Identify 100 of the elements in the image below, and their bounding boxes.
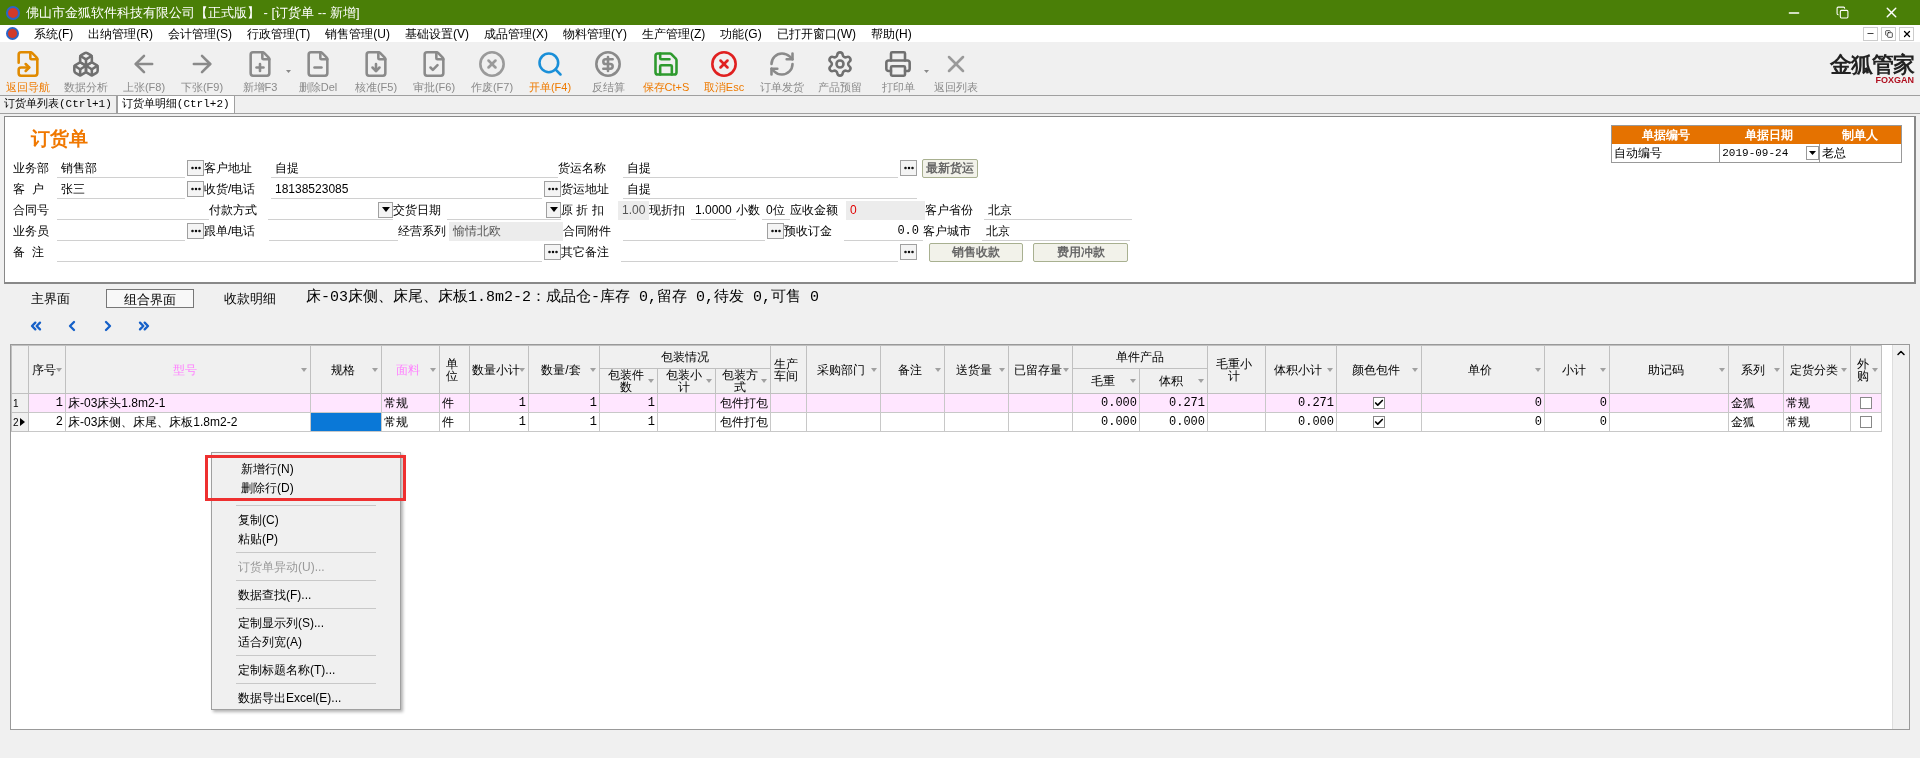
table-header: 单据编号 (1640, 127, 1691, 144)
column-header[interactable]: 毛重小计 (1207, 345, 1266, 394)
menu-item[interactable]: 粘贴(P) (212, 529, 400, 548)
menu-item[interactable]: 出纳管理(R) (88, 24, 153, 43)
filter-arrow-icon[interactable] (590, 367, 596, 372)
column-header[interactable]: 体积小计 (1265, 345, 1337, 394)
vertical-scrollbar[interactable] (1892, 345, 1909, 729)
filter-arrow-icon[interactable] (1600, 367, 1606, 372)
filter-arrow-icon[interactable] (1841, 367, 1847, 372)
column-header[interactable]: 送货量 (944, 345, 1009, 394)
menu-item[interactable]: 复制(C) (212, 510, 400, 529)
column-header[interactable]: 系列 (1728, 345, 1784, 394)
menu-item[interactable]: 适合列宽(A) (212, 632, 400, 651)
column-header[interactable]: 序号 (28, 345, 66, 394)
column-header[interactable]: 单价 (1421, 345, 1545, 394)
menu-item[interactable]: 成品管理(X) (484, 24, 548, 43)
filter-arrow-icon[interactable] (935, 367, 941, 372)
filter-arrow-icon[interactable] (1872, 367, 1878, 372)
menu-item[interactable]: 帮助(H) (871, 24, 912, 43)
column-header[interactable]: 小计 (1544, 345, 1610, 394)
dropdown-field[interactable] (447, 200, 561, 220)
dropdown-field[interactable] (268, 200, 393, 220)
first-record-icon[interactable] (28, 318, 44, 334)
menu-item[interactable]: 系统(F) (34, 24, 74, 43)
lookup-button[interactable] (187, 181, 204, 197)
filter-arrow-icon[interactable] (372, 367, 378, 372)
view-tab[interactable]: 主界面 (6, 288, 94, 308)
menu-item[interactable]: 生产管理(Z) (642, 24, 706, 43)
menu-item[interactable]: 数据查找(F)... (212, 585, 400, 604)
date-field[interactable]: 2019-09-24 (1719, 144, 1819, 162)
lookup-button[interactable] (544, 181, 561, 197)
action-button[interactable]: 最新货运 (922, 158, 978, 178)
menu-item[interactable]: 删除行(D) (215, 478, 403, 497)
caret-icon[interactable] (286, 69, 291, 73)
checkbox[interactable] (1860, 416, 1872, 428)
lookup-button[interactable] (900, 160, 917, 176)
filter-arrow-icon[interactable] (706, 379, 712, 383)
filter-arrow-icon[interactable] (761, 379, 767, 383)
menu-item[interactable]: 会计管理(S) (168, 24, 232, 43)
menu-item[interactable]: 定制显示列(S)... (212, 613, 400, 632)
checkbox[interactable] (1373, 416, 1385, 428)
filter-arrow-icon[interactable] (56, 367, 62, 372)
menu-item[interactable]: 新增行(N) (215, 459, 403, 478)
column-header[interactable]: 外购 (1850, 345, 1882, 394)
lookup-button[interactable] (187, 223, 204, 239)
column-header[interactable]: 助记码 (1609, 345, 1729, 394)
caret-icon[interactable] (924, 69, 929, 73)
column-header[interactable]: 生产车间 (770, 345, 807, 394)
column-header[interactable]: 数量小计 (469, 345, 529, 394)
document-tab[interactable]: 订货单明细(Ctrl+2) (116, 96, 235, 113)
column-header[interactable]: 已留存量 (1008, 345, 1073, 394)
menu-item[interactable]: 已打开窗口(W) (776, 24, 856, 43)
action-button[interactable]: 销售收款 (929, 242, 1023, 262)
menu-item[interactable]: 行政管理(T) (247, 24, 311, 43)
column-header[interactable]: 备注 (880, 345, 945, 394)
minimize-icon[interactable] (1863, 26, 1878, 41)
menu-item[interactable]: 数据导出Excel(E)... (212, 688, 400, 707)
filter-arrow-icon[interactable] (1063, 367, 1069, 372)
column-header[interactable]: 规格 (310, 345, 382, 394)
view-tab[interactable]: 收款明细 (206, 288, 294, 308)
restore-icon[interactable] (1881, 26, 1896, 41)
restore-icon[interactable] (1836, 6, 1849, 19)
filter-arrow-icon[interactable] (1719, 367, 1725, 372)
menu-item[interactable]: 定制标题名称(T)... (212, 660, 400, 679)
lookup-button[interactable] (767, 223, 784, 239)
table-cell: 1 (55, 396, 63, 410)
lookup-button[interactable] (900, 244, 917, 260)
lookup-button[interactable] (544, 244, 561, 260)
filter-arrow-icon[interactable] (999, 367, 1005, 372)
filter-arrow-icon[interactable] (648, 379, 654, 383)
filter-arrow-icon[interactable] (1774, 367, 1780, 372)
column-header[interactable]: 采购部门 (806, 345, 881, 394)
filter-arrow-icon[interactable] (301, 367, 307, 372)
column-header[interactable]: 定货分类 (1783, 345, 1851, 394)
menu-item[interactable]: 功能(G) (720, 24, 762, 43)
filter-arrow-icon[interactable] (1198, 379, 1204, 383)
menu-item[interactable]: 物料管理(Y) (563, 24, 627, 43)
menu-item[interactable]: 销售管理(U) (325, 24, 390, 43)
table-cell: 1 (647, 396, 655, 410)
lookup-button[interactable] (187, 160, 204, 176)
filter-arrow-icon[interactable] (519, 367, 525, 372)
checkbox[interactable] (1373, 397, 1385, 409)
checkbox[interactable] (1860, 397, 1872, 409)
column-group-header: 包装情况 (599, 345, 771, 369)
column-header[interactable]: 颜色包件 (1336, 345, 1422, 394)
field-label: 客户城市 (923, 223, 971, 240)
close-icon[interactable] (1899, 26, 1914, 41)
action-button[interactable]: 费用冲款 (1033, 242, 1128, 262)
filter-arrow-icon[interactable] (1130, 379, 1136, 383)
menu-item[interactable]: 基础设置(V) (405, 24, 469, 43)
filter-arrow-icon[interactable] (430, 367, 436, 372)
table-cell: 1 (647, 415, 655, 429)
column-header[interactable]: 单位 (439, 345, 470, 394)
filter-arrow-icon[interactable] (871, 367, 877, 372)
column-header[interactable]: 数量/套 (528, 345, 600, 394)
filter-arrow-icon[interactable] (1412, 367, 1418, 372)
last-record-icon[interactable] (136, 318, 152, 334)
view-tab[interactable]: 组合界面 (106, 288, 194, 308)
filter-arrow-icon[interactable] (1535, 367, 1541, 372)
filter-arrow-icon[interactable] (1327, 367, 1333, 372)
